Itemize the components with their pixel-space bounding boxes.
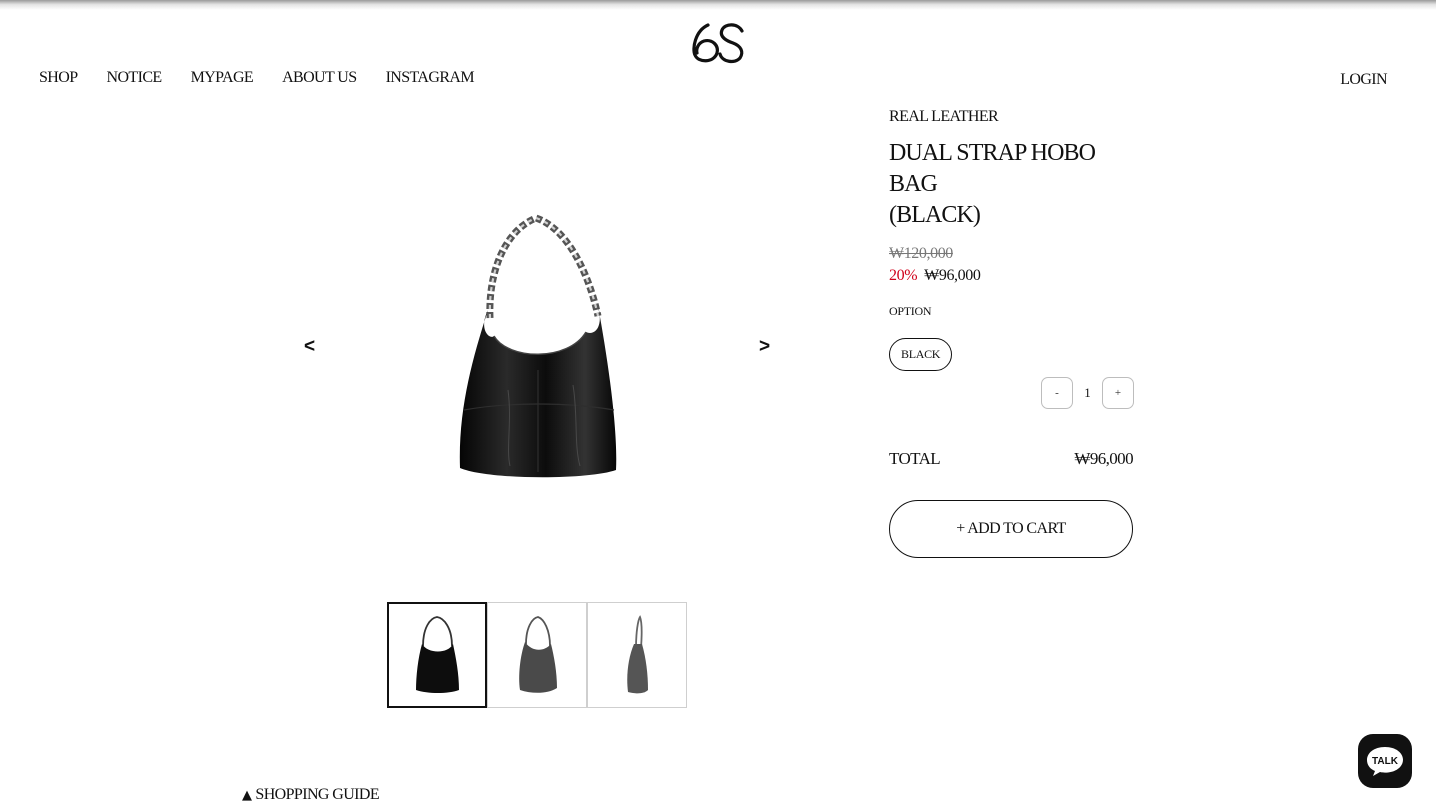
- quantity-stepper: - 1 +: [1041, 377, 1134, 409]
- option-label: OPTION: [889, 304, 932, 318]
- nav-notice[interactable]: NOTICE: [107, 69, 163, 87]
- main-nav: SHOP NOTICE MYPAGE ABOUT US INSTAGRAM: [39, 69, 475, 87]
- sale-price: ₩96,000: [924, 267, 981, 284]
- total-label: TOTAL: [889, 449, 941, 468]
- triangle-up-icon: ▲: [242, 788, 252, 803]
- product-title-line1: DUAL STRAP HOBO BAG: [889, 140, 1096, 197]
- login-link[interactable]: LOGIN: [1340, 71, 1387, 89]
- bag-front-thumb: [416, 616, 459, 693]
- next-image-button[interactable]: >: [759, 336, 770, 358]
- thumbnail-angle[interactable]: [487, 602, 587, 708]
- product-category: REAL LEATHER: [889, 108, 999, 125]
- nav-about-us[interactable]: ABOUT US: [282, 69, 357, 87]
- shopping-guide-label: SHOPPING GUIDE: [255, 786, 380, 803]
- bag-side-thumb: [627, 615, 648, 694]
- thumbnail-front[interactable]: [387, 602, 487, 708]
- product-title-line2: (BLACK): [889, 202, 981, 228]
- thumbnail-side[interactable]: [587, 602, 687, 708]
- qty-value[interactable]: 1: [1073, 385, 1102, 401]
- total-value: ₩96,000: [1074, 449, 1133, 468]
- black-hobo-bag-image: [459, 214, 617, 478]
- shopping-guide-toggle[interactable]: ▲ SHOPPING GUIDE: [242, 786, 380, 804]
- discount-rate: 20%: [889, 267, 918, 284]
- thumbnail-strip: [387, 602, 687, 708]
- talk-chat-button[interactable]: TALK: [1358, 734, 1412, 788]
- add-to-cart-button[interactable]: + ADD TO CART: [889, 500, 1133, 558]
- bag-angle-thumb: [519, 616, 557, 693]
- nav-instagram[interactable]: INSTAGRAM: [386, 69, 475, 87]
- talk-label: TALK: [1372, 756, 1399, 767]
- qty-minus-button[interactable]: -: [1041, 377, 1073, 409]
- original-price: ₩120,000: [889, 245, 953, 262]
- top-shadow: [0, 0, 1436, 10]
- total-row: TOTAL ₩96,000: [889, 449, 1134, 469]
- sale-price-row: 20% ₩96,000: [889, 267, 1133, 285]
- product-info: REAL LEATHER DUAL STRAP HOBO BAG (BLACK)…: [889, 108, 1133, 371]
- os-logo-icon[interactable]: [689, 21, 747, 65]
- nav-shop[interactable]: SHOP: [39, 69, 78, 87]
- option-black-chip[interactable]: BLACK: [889, 338, 953, 371]
- qty-plus-button[interactable]: +: [1102, 377, 1134, 409]
- product-title: DUAL STRAP HOBO BAG (BLACK): [889, 138, 1133, 231]
- prev-image-button[interactable]: <: [304, 336, 315, 358]
- nav-mypage[interactable]: MYPAGE: [191, 69, 254, 87]
- talk-chat-icon: TALK: [1367, 747, 1403, 776]
